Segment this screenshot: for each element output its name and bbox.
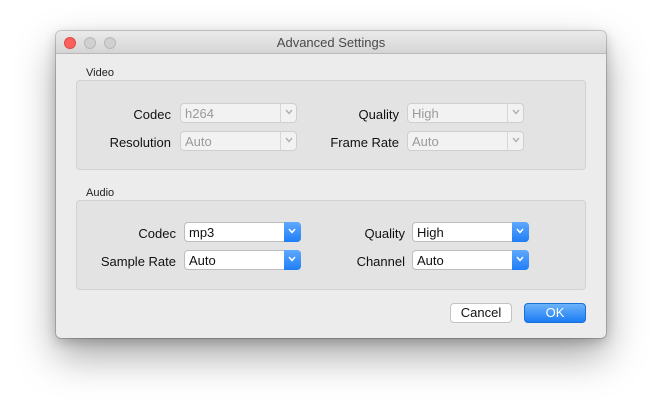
chevron-down-icon [507,103,523,123]
audio-codec-select[interactable]: mp3 [184,222,301,242]
video-codec-label: Codec [133,107,171,122]
video-quality-select[interactable]: High [407,103,524,123]
title-bar[interactable]: Advanced Settings [56,31,606,54]
video-frame-rate-label: Frame Rate [330,135,399,150]
audio-sample-rate-value: Auto [189,253,216,268]
video-frame-rate-select[interactable]: Auto [407,131,524,151]
chevron-down-icon [512,222,529,242]
audio-sample-rate-label: Sample Rate [100,254,176,269]
video-settings-group [76,80,586,170]
ok-button[interactable]: OK [524,303,586,323]
audio-channel-label: Channel [356,254,405,269]
video-resolution-select[interactable]: Auto [180,131,297,151]
chevron-down-icon [284,250,301,270]
video-frame-rate-value: Auto [412,134,439,149]
chevron-down-icon [512,250,529,270]
video-codec-select[interactable]: h264 [180,103,297,123]
advanced-settings-window: Advanced Settings Video Codec h264 Resol… [56,31,606,338]
audio-quality-label: Quality [364,226,405,241]
audio-sample-rate-select[interactable]: Auto [184,250,301,270]
audio-channel-select[interactable]: Auto [412,250,529,270]
video-resolution-value: Auto [185,134,212,149]
audio-codec-label: Codec [138,226,176,241]
video-quality-label: Quality [358,107,399,122]
video-quality-value: High [412,106,439,121]
audio-quality-select[interactable]: High [412,222,529,242]
chevron-down-icon [280,131,296,151]
cancel-button[interactable]: Cancel [450,303,512,323]
window-title: Advanced Settings [276,35,386,50]
chevron-down-icon [280,103,296,123]
video-section-label: Video [86,67,114,79]
chevron-down-icon [284,222,301,242]
chevron-down-icon [507,131,523,151]
audio-codec-value: mp3 [189,225,215,240]
audio-quality-value: High [417,225,444,240]
audio-settings-group [76,200,586,290]
audio-channel-value: Auto [417,253,444,268]
video-codec-value: h264 [185,106,214,121]
video-resolution-label: Resolution [109,135,171,150]
audio-section-label: Audio [86,187,115,199]
